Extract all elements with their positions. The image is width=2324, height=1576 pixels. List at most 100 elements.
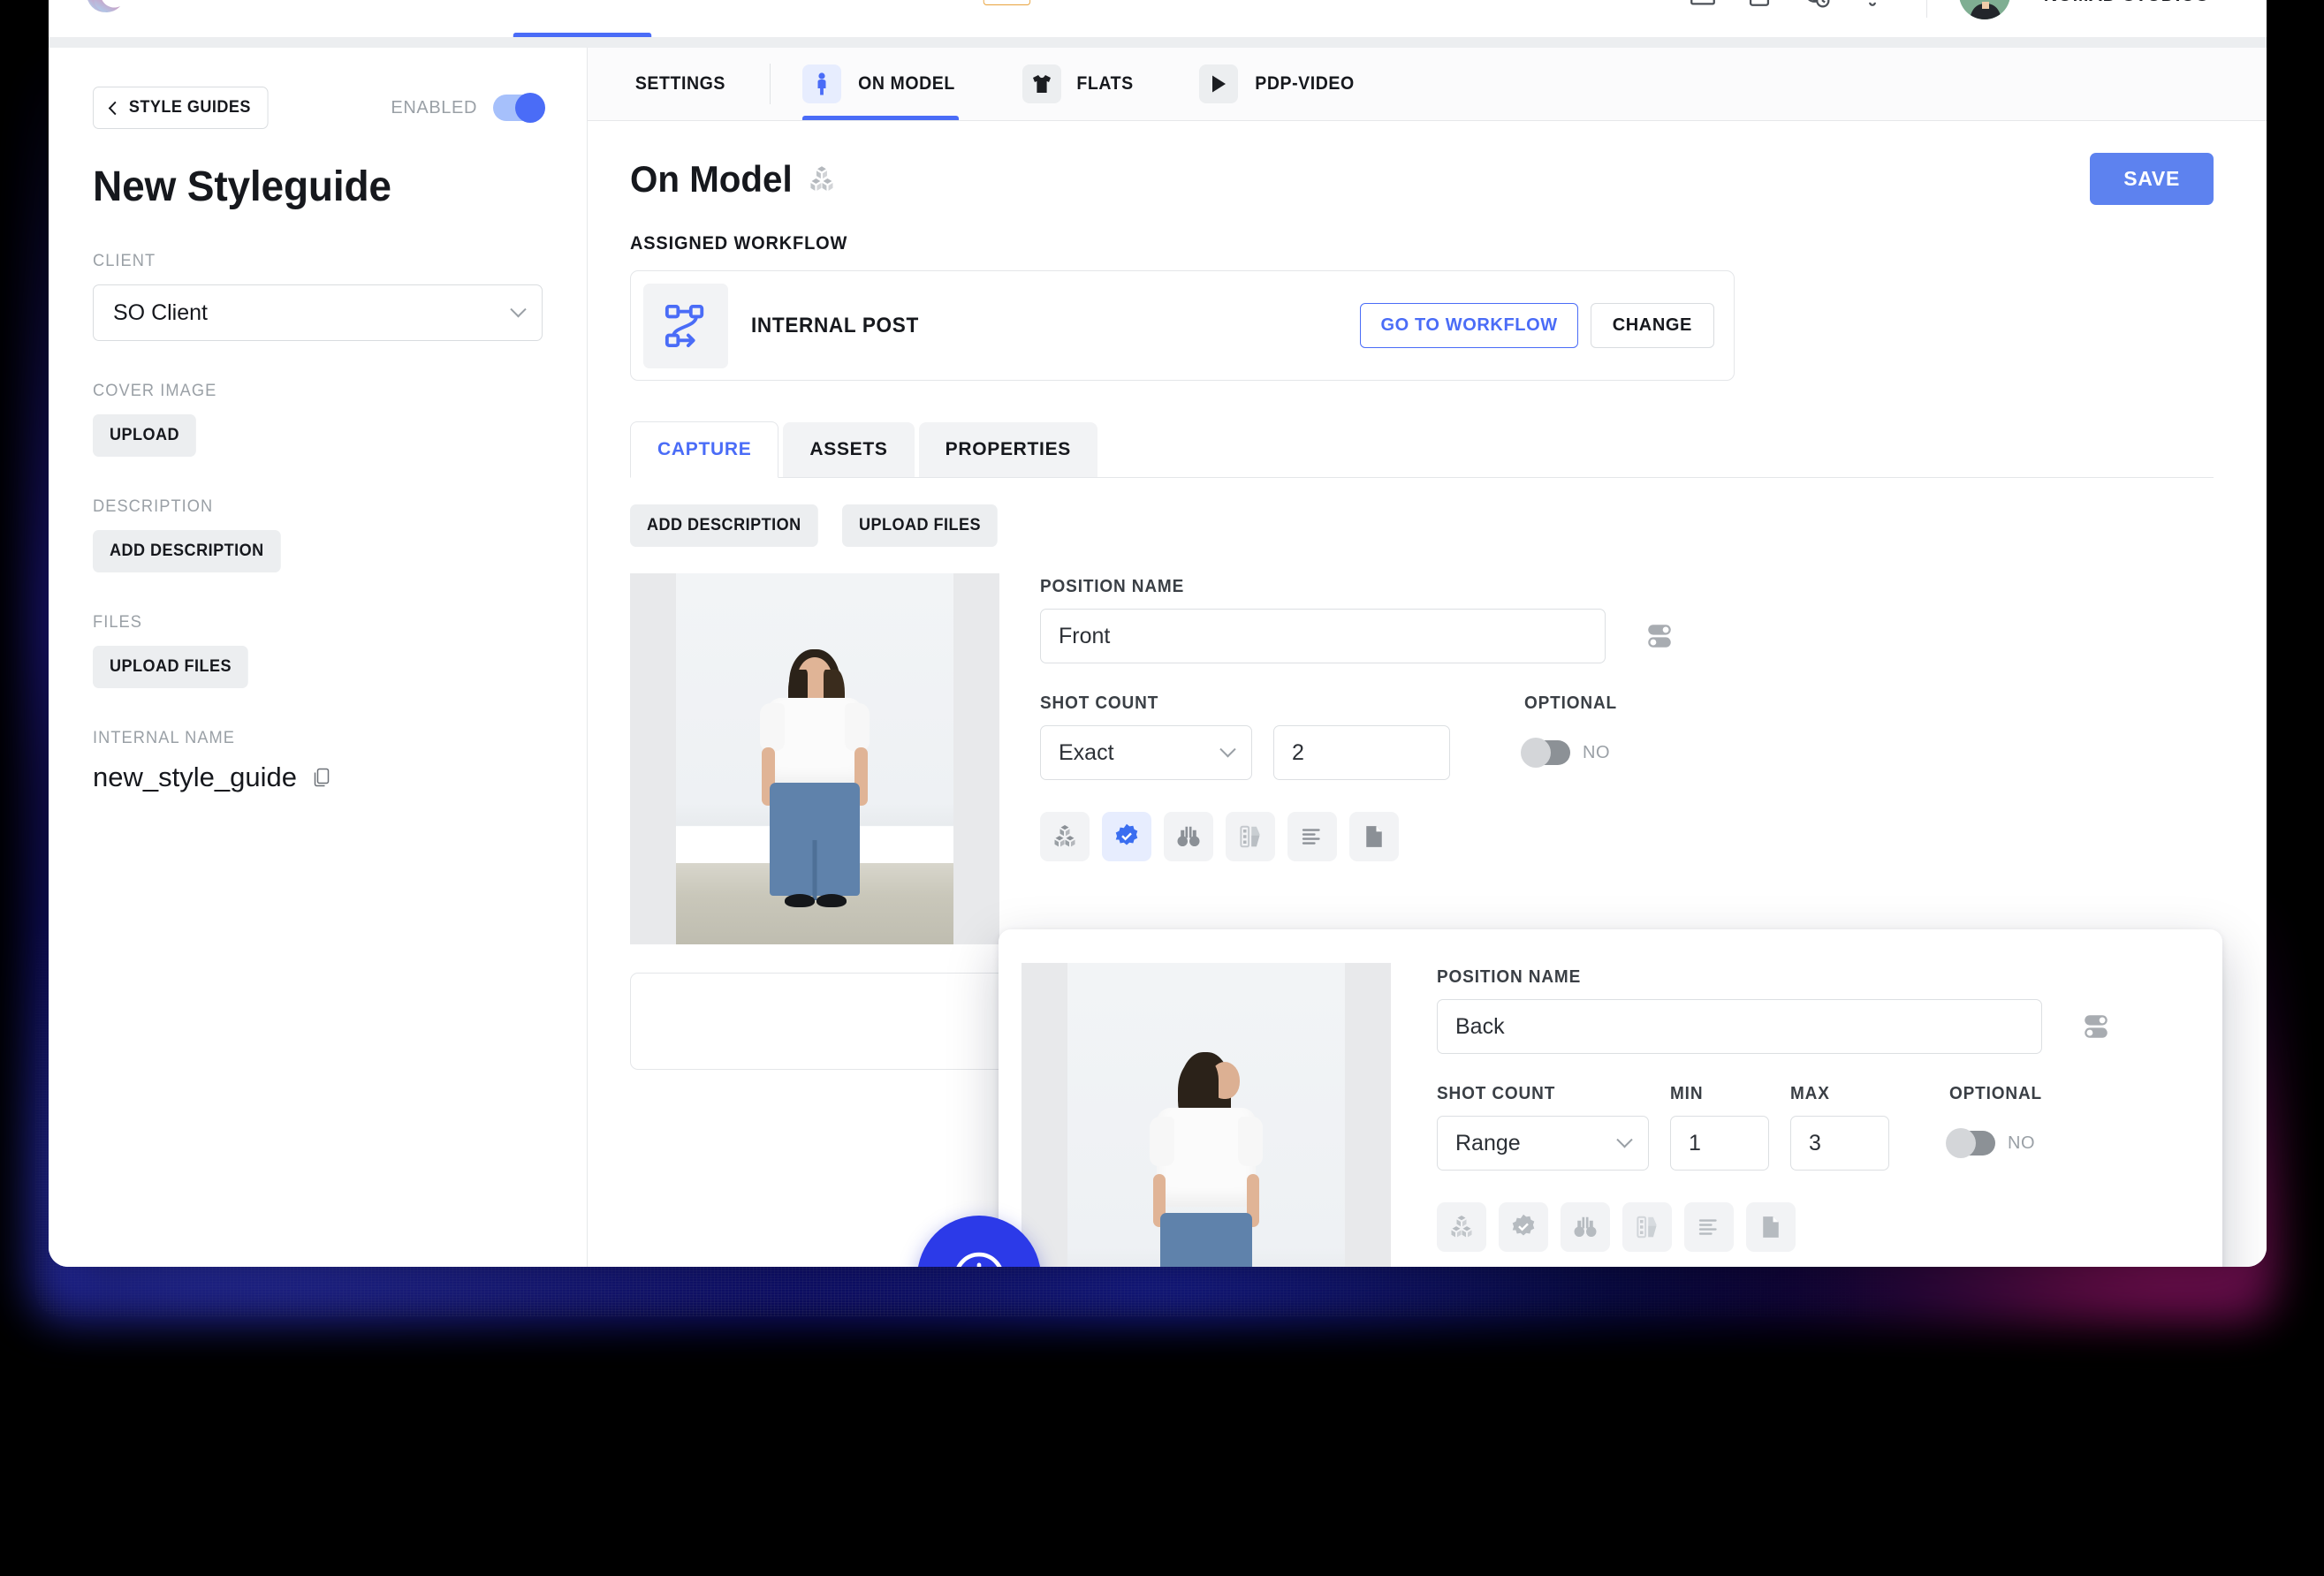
nav-label: ASSETS [1083,0,1157,5]
styleguide-sidebar: STYLE GUIDES ENABLED New Styleguide CLIE… [49,48,588,1267]
tab-on-model[interactable]: ON MODEL [771,48,991,120]
sliders-icon[interactable] [2081,1012,2111,1042]
internal-name-label: INTERNAL NAME [93,729,236,747]
verified-badge-icon-button[interactable] [1499,1202,1548,1252]
cover-image-label: COVER IMAGE [93,382,217,400]
nav-label: PLANNING [186,0,283,5]
tab-flats[interactable]: FLATS [991,48,1167,120]
capture-tabs: CAPTURE ASSETS PROPERTIES [630,421,2214,478]
nav-label: INSIGHTS [1204,0,1292,5]
document-icon [1366,826,1382,847]
upload-files-button[interactable]: UPLOAD FILES [841,504,998,547]
color-swatch-icon-button[interactable] [1622,1202,1672,1252]
tab-pdp-video[interactable]: PDP-VIDEO [1167,48,1390,120]
max-input[interactable]: 3 [1790,1116,1889,1171]
verified-badge-icon [1512,1214,1535,1236]
shot-count-mode-select[interactable]: Range [1437,1116,1649,1171]
org-switcher[interactable]: NOMAD STUDIOS [2044,0,2226,6]
internal-name-row: new_style_guide [93,761,543,793]
main-menu: PLANNING LOGISTICS PRODUCTION TASKS COLL… [162,0,1315,37]
toggle-knob [1521,738,1551,768]
add-description-button[interactable]: ADD DESCRIPTION [630,504,818,547]
globe-clock-icon[interactable] [1801,0,1831,9]
copy-icon[interactable] [311,766,332,789]
min-label: MIN [1670,1084,1704,1103]
upload-files-button[interactable]: UPLOAD FILES [93,646,249,688]
optional-toggle[interactable] [1946,1128,1995,1158]
tab-capture[interactable]: CAPTURE [630,421,779,478]
binoculars-icon-button[interactable] [1164,812,1213,861]
chevron-left-icon [108,101,122,115]
nav-item-insights[interactable]: INSIGHTS [1185,0,1310,37]
position-name-input[interactable]: Front [1040,609,1606,663]
nav-label: COLLECTIONS [830,0,961,5]
workflow-actions: GO TO WORKFLOW CHANGE [1360,303,1714,348]
nav-item-assets[interactable]: ASSETS [1064,0,1175,37]
optional-value: NO [1583,742,1611,762]
tab-label: SETTINGS [634,73,725,94]
tab-settings[interactable]: SETTINGS [588,48,770,120]
shot-count-row-front: SHOT COUNT Exact 2 OPTIONAL NO [1040,693,2214,780]
position-row-front: POSITION NAME Front SHOT COUNT Exact 2 O… [630,573,2214,944]
text-lines-icon [1302,829,1320,845]
enabled-toggle[interactable] [493,93,545,123]
binoculars-icon [1574,1216,1597,1237]
model-photo-back[interactable] [1021,963,1391,1267]
model-photo-front[interactable] [630,573,999,944]
barcode-icon[interactable] [1688,0,1718,9]
cubes-icon-button[interactable] [1437,1202,1486,1252]
report-card-icon[interactable] [1744,0,1774,9]
color-swatch-icon-button[interactable] [1226,812,1275,861]
client-select[interactable]: SO Client [93,284,543,341]
client-label: CLIENT [93,252,156,270]
text-lines-icon-button[interactable] [1287,812,1337,861]
add-description-button[interactable]: ADD DESCRIPTION [93,530,281,572]
document-icon-button[interactable] [1746,1202,1796,1252]
app-logo-icon[interactable] [79,0,132,20]
tab-label: FLATS [1076,73,1134,94]
tshirt-icon [1021,64,1061,103]
cubes-icon [810,165,833,191]
binoculars-icon-button[interactable] [1561,1202,1610,1252]
verified-badge-icon [1115,823,1138,845]
text-lines-icon-button[interactable] [1684,1202,1734,1252]
beta-badge: BETA [983,0,1031,5]
document-icon-button[interactable] [1349,812,1399,861]
avatar[interactable] [1959,0,2011,19]
back-to-style-guides-button[interactable]: STYLE GUIDES [93,87,269,129]
toggle-knob [1946,1128,1976,1158]
tab-properties[interactable]: PROPERTIES [918,422,1098,477]
chevron-down-icon [1616,1131,1633,1148]
shot-count-mode-value: Range [1455,1130,1521,1155]
tab-assets[interactable]: ASSETS [783,422,915,477]
verified-badge-icon-button[interactable] [1102,812,1151,861]
workflow-branch-icon [643,283,728,368]
content-title-text: On Model [630,157,793,200]
min-input[interactable]: 1 [1670,1116,1769,1171]
position-form-back: POSITION NAME Back SHOT COUNT Range MIN … [1391,963,2222,1267]
shot-count-value-input[interactable]: 2 [1273,725,1450,780]
nav-item-collections[interactable]: COLLECTIONS BETA [811,0,1049,37]
toggle-knob [515,93,545,123]
upload-cover-image-button[interactable]: UPLOAD [93,414,197,457]
cubes-icon-button[interactable] [1040,812,1090,861]
sliders-icon[interactable] [1644,621,1675,651]
nav-item-planning[interactable]: PLANNING [168,0,316,37]
position-name-label: POSITION NAME [1437,967,1582,987]
nav-item-tasks[interactable]: TASKS [683,0,796,37]
assigned-workflow-label: ASSIGNED WORKFLOW [630,233,848,254]
optional-toggle[interactable] [1521,738,1570,768]
go-to-workflow-button[interactable]: GO TO WORKFLOW [1360,303,1578,348]
nav-item-logistics[interactable]: LOGISTICS [330,0,481,37]
shot-count-mode-select[interactable]: Exact [1040,725,1252,780]
change-workflow-button[interactable]: CHANGE [1590,303,1714,348]
save-button[interactable]: SAVE [2090,153,2214,205]
tab-label: ON MODEL [857,73,955,94]
page-title: New Styleguide [93,163,391,210]
top-nav-actions: NOMAD STUDIOS [1688,0,2233,19]
nav-item-production[interactable]: PRODUCTION [495,0,671,37]
optional-toggle-row: NO [1521,725,1622,780]
bell-icon[interactable] [1857,0,1887,9]
position-name-input[interactable]: Back [1437,999,2042,1054]
section-tabs: SETTINGS ON MODEL FLATS PDP-VIDEO [588,48,2267,121]
